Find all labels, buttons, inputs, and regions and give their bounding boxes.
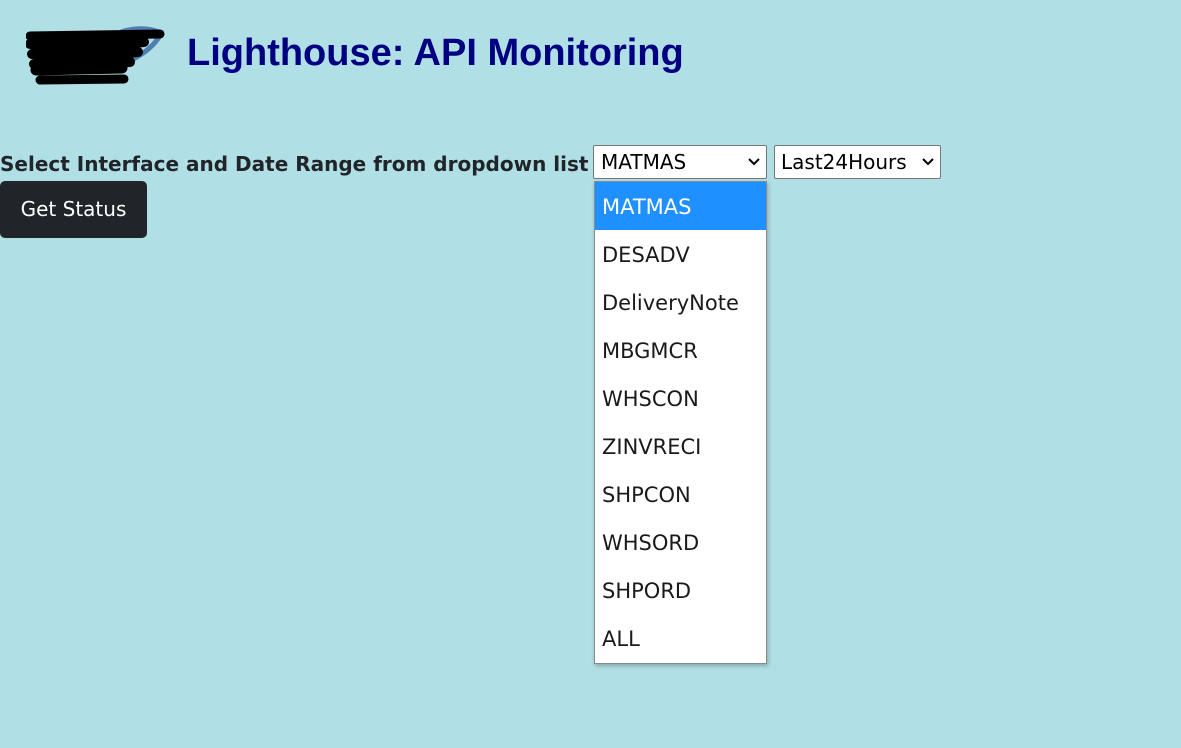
dropdown-option-shpord[interactable]: SHPORD — [595, 566, 766, 614]
dropdown-option-whscon[interactable]: WHSCON — [595, 374, 766, 422]
interface-select-value: MATMAS — [601, 150, 687, 174]
page: Lighthouse: API Monitoring Select Interf… — [0, 0, 1181, 748]
dropdown-option-whsord[interactable]: WHSORD — [595, 518, 766, 566]
dropdown-option-matmas[interactable]: MATMAS — [595, 182, 766, 230]
dropdown-option-desadv[interactable]: DESADV — [595, 230, 766, 278]
select-prompt-label: Select Interface and Date Range from dro… — [0, 152, 589, 176]
get-status-button[interactable]: Get Status — [0, 181, 147, 238]
chevron-down-icon — [748, 158, 760, 166]
interface-select[interactable]: MATMAS — [593, 145, 767, 179]
dropdown-option-mbgmcr[interactable]: MBGMCR — [595, 326, 766, 374]
dropdown-option-shpcon[interactable]: SHPCON — [595, 470, 766, 518]
chevron-down-icon — [922, 158, 934, 166]
interface-dropdown-list: MATMAS DESADV DeliveryNote MBGMCR WHSCON… — [594, 181, 767, 664]
date-range-select[interactable]: Last24Hours — [774, 145, 941, 179]
page-title: Lighthouse: API Monitoring — [187, 32, 684, 74]
date-range-select-value: Last24Hours — [781, 150, 907, 174]
dropdown-option-deliverynote[interactable]: DeliveryNote — [595, 278, 766, 326]
company-logo-icon — [26, 26, 165, 85]
dropdown-option-zinvreci[interactable]: ZINVRECI — [595, 422, 766, 470]
dropdown-option-all[interactable]: ALL — [595, 614, 766, 662]
